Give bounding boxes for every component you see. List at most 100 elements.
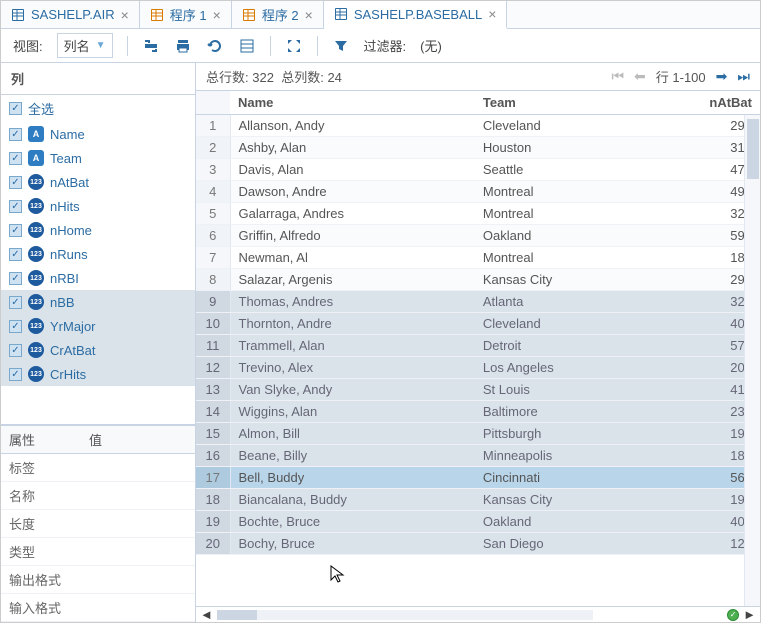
table-row[interactable]: 8Salazar, ArgenisKansas City298	[196, 269, 760, 291]
tab[interactable]: 程序 1×	[140, 1, 232, 28]
column-item[interactable]: ✓123nBB	[1, 290, 195, 314]
prev-page-icon[interactable]: ⬅	[634, 68, 646, 85]
table-row[interactable]: 17Bell, BuddyCincinnati568	[196, 467, 760, 489]
data-body: 1Allanson, AndyCleveland2932Ashby, AlanH…	[196, 115, 760, 555]
close-icon[interactable]: ×	[488, 6, 496, 22]
property-row: 输入格式	[1, 594, 195, 622]
expand-icon[interactable]	[285, 37, 303, 55]
char-type-icon: A	[28, 150, 44, 166]
checkbox-icon[interactable]: ✓	[9, 102, 22, 115]
properties-panel: 属性 值 标签名称长度类型输出格式输入格式	[1, 425, 195, 622]
table-row[interactable]: 16Beane, BillyMinneapolis183	[196, 445, 760, 467]
chevron-down-icon: ▼	[96, 40, 106, 51]
num-type-icon: 123	[28, 174, 44, 190]
program-icon	[242, 8, 256, 22]
char-type-icon: A	[28, 126, 44, 142]
table-row[interactable]: 2Ashby, AlanHouston315	[196, 137, 760, 159]
column-item[interactable]: ✓123nHits	[1, 194, 195, 218]
table-row[interactable]: 10Thornton, AndreCleveland401	[196, 313, 760, 335]
row-col-stats: 总行数: 322 总列数: 24	[206, 67, 342, 86]
tab[interactable]: SASHELP.BASEBALL×	[324, 1, 508, 29]
num-type-icon: 123	[28, 294, 44, 310]
checkbox-icon[interactable]: ✓	[9, 200, 22, 213]
column-item[interactable]: ✓ATeam	[1, 146, 195, 170]
column-item[interactable]: ✓123YrMajor	[1, 314, 195, 338]
property-row: 长度	[1, 510, 195, 538]
checkbox-icon[interactable]: ✓	[9, 128, 22, 141]
checkbox-icon[interactable]: ✓	[9, 248, 22, 261]
table-row[interactable]: 19Bochte, BruceOakland407	[196, 511, 760, 533]
pager: ⏮ ⬅ 行 1-100 ➡ ⏭	[611, 67, 750, 86]
last-page-icon[interactable]: ⏭	[737, 68, 750, 85]
table-row[interactable]: 20Bochy, BruceSan Diego127	[196, 533, 760, 555]
property-row: 名称	[1, 482, 195, 510]
first-page-icon[interactable]: ⏮	[611, 68, 624, 85]
table-row[interactable]: 11Trammell, AlanDetroit574	[196, 335, 760, 357]
checkbox-icon[interactable]: ✓	[9, 176, 22, 189]
checkbox-icon[interactable]: ✓	[9, 368, 22, 381]
status-ok-icon: ✓	[727, 609, 739, 621]
column-item[interactable]: ✓123nRuns	[1, 242, 195, 266]
num-type-icon: 123	[28, 246, 44, 262]
table-row[interactable]: 15Almon, BillPittsburgh196	[196, 423, 760, 445]
table-icon	[11, 8, 25, 22]
reload-icon[interactable]	[206, 37, 224, 55]
filter-label: 过滤器:	[364, 36, 407, 55]
table-row[interactable]: 1Allanson, AndyCleveland293	[196, 115, 760, 137]
table-row[interactable]: 12Trevino, AlexLos Angeles202	[196, 357, 760, 379]
checkbox-icon[interactable]: ✓	[9, 272, 22, 285]
pager-text: 行 1-100	[656, 67, 706, 86]
checkbox-icon[interactable]: ✓	[9, 296, 22, 309]
checkbox-icon[interactable]: ✓	[9, 224, 22, 237]
table-row[interactable]: 6Griffin, AlfredoOakland594	[196, 225, 760, 247]
tab[interactable]: 程序 2×	[232, 1, 324, 28]
column-list[interactable]: ✓全选✓AName✓ATeam✓123nAtBat✓123nHits✓123nH…	[1, 95, 195, 425]
column-item[interactable]: ✓123nHome	[1, 218, 195, 242]
filter-icon[interactable]	[332, 37, 350, 55]
num-type-icon: 123	[28, 342, 44, 358]
tab[interactable]: SASHELP.AIR×	[1, 1, 140, 28]
refresh-icon[interactable]	[142, 37, 160, 55]
print-icon[interactable]	[174, 37, 192, 55]
column-header[interactable]: nAtBat	[645, 91, 760, 115]
table-row[interactable]: 18Biancalana, BuddyKansas City190	[196, 489, 760, 511]
checkbox-icon[interactable]: ✓	[9, 152, 22, 165]
column-item[interactable]: ✓123CrAtBat	[1, 338, 195, 362]
horizontal-scrollbar[interactable]: ◄ ✓ ►	[196, 606, 760, 622]
close-icon[interactable]: ×	[121, 7, 129, 23]
data-panel: 总行数: 322 总列数: 24 ⏮ ⬅ 行 1-100 ➡ ⏭ NameTea…	[196, 63, 760, 622]
property-row: 类型	[1, 538, 195, 566]
table-row[interactable]: 9Thomas, AndresAtlanta323	[196, 291, 760, 313]
column-header[interactable]: Name	[230, 91, 475, 115]
table-row[interactable]: 13Van Slyke, AndySt Louis418	[196, 379, 760, 401]
table-icon	[334, 7, 348, 21]
checkbox-icon[interactable]: ✓	[9, 320, 22, 333]
table-row[interactable]: 14Wiggins, AlanBaltimore239	[196, 401, 760, 423]
props-body: 标签名称长度类型输出格式输入格式	[1, 454, 195, 622]
vertical-scrollbar[interactable]	[744, 115, 760, 606]
close-icon[interactable]: ×	[305, 7, 313, 23]
program-icon	[150, 8, 164, 22]
column-item[interactable]: ✓123nAtBat	[1, 170, 195, 194]
num-type-icon: 123	[28, 366, 44, 382]
column-item[interactable]: ✓AName	[1, 122, 195, 146]
num-type-icon: 123	[28, 270, 44, 286]
column-item[interactable]: ✓123CrHits	[1, 362, 195, 386]
tab-bar: SASHELP.AIR×程序 1×程序 2×SASHELP.BASEBALL×	[1, 1, 760, 29]
table-row[interactable]: 4Dawson, AndreMontreal496	[196, 181, 760, 203]
property-row: 输出格式	[1, 566, 195, 594]
num-type-icon: 123	[28, 198, 44, 214]
column-item[interactable]: ✓123nRBI	[1, 266, 195, 290]
view-dropdown[interactable]: 列名 ▼	[57, 33, 113, 58]
close-icon[interactable]: ×	[213, 7, 221, 23]
list-icon[interactable]	[238, 37, 256, 55]
select-all-row[interactable]: ✓全选	[1, 95, 195, 122]
property-row: 标签	[1, 454, 195, 482]
next-page-icon[interactable]: ➡	[716, 68, 728, 85]
table-row[interactable]: 5Galarraga, AndresMontreal321	[196, 203, 760, 225]
table-row[interactable]: 3Davis, AlanSeattle479	[196, 159, 760, 181]
table-row[interactable]: 7Newman, AlMontreal185	[196, 247, 760, 269]
column-header[interactable]: Team	[475, 91, 645, 115]
data-grid[interactable]: NameTeamnAtBat 1Allanson, AndyCleveland2…	[196, 91, 760, 606]
checkbox-icon[interactable]: ✓	[9, 344, 22, 357]
